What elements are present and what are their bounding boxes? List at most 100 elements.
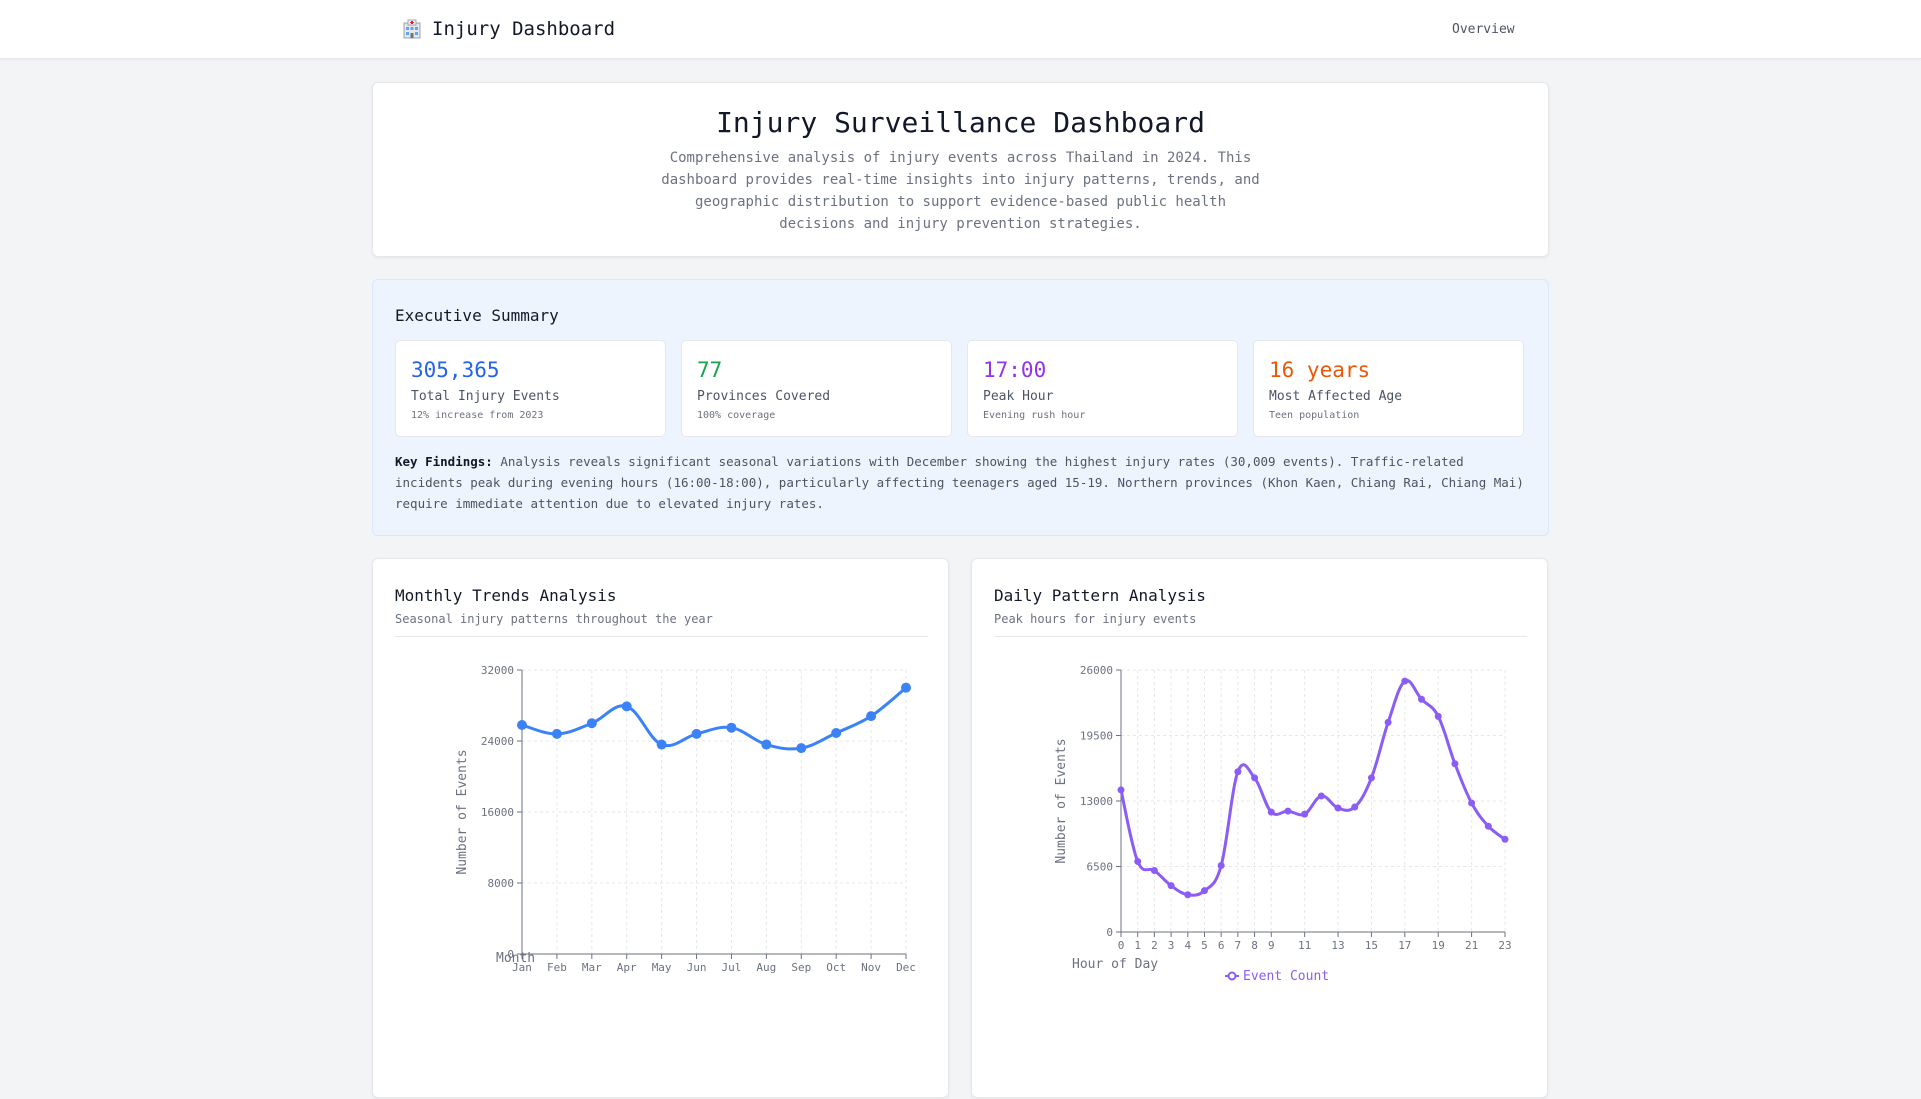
stat-card-total-events: 305,365 Total Injury Events 12% increase… — [395, 340, 666, 437]
key-findings-text: Analysis reveals significant seasonal va… — [395, 454, 1524, 511]
data-point — [866, 711, 877, 722]
x-tick-label: Aug — [756, 961, 776, 974]
data-point — [1484, 822, 1492, 830]
data-point — [726, 722, 737, 733]
key-findings-label: Key Findings: — [395, 454, 493, 469]
y-tick-label: 26000 — [1080, 664, 1113, 677]
data-point — [1267, 808, 1275, 816]
series-line — [1119, 678, 1506, 897]
x-tick-label: 2 — [1151, 939, 1158, 952]
stat-label: Peak Hour — [983, 389, 1054, 404]
x-tick-label: 1 — [1134, 939, 1141, 952]
x-tick-label: 11 — [1298, 939, 1311, 952]
stat-value: 77 — [697, 358, 723, 382]
x-tick-label: 23 — [1498, 939, 1511, 952]
stat-sublabel: 12% increase from 2023 — [411, 410, 544, 421]
data-point — [1117, 786, 1125, 794]
x-tick-label: Jun — [687, 961, 707, 974]
daily-pattern-chart[interactable]: 065001300019500260000 1 2 3 4 5 6 7 8 9 11 13 15 17 19… — [972, 559, 1549, 1099]
data-point — [656, 739, 667, 750]
x-axis-title: Hour of Day — [1072, 957, 1158, 972]
series-line — [521, 686, 907, 751]
x-tick-label: 4 — [1184, 939, 1191, 952]
top-navbar: Injury Dashboard Overview — [0, 0, 1921, 59]
page-title: Injury Surveillance Dashboard — [716, 106, 1205, 139]
x-tick-label: Oct — [826, 961, 846, 974]
y-tick-label: 16000 — [481, 806, 514, 819]
stat-card-provinces: 77 Provinces Covered 100% coverage — [681, 340, 952, 437]
data-point — [551, 728, 562, 739]
x-tick-label: 13 — [1331, 939, 1344, 952]
stat-label: Provinces Covered — [697, 389, 831, 404]
data-point — [1468, 799, 1476, 807]
data-point — [1217, 861, 1225, 869]
x-tick-label: Feb — [547, 961, 567, 974]
x-tick-label: 8 — [1251, 939, 1258, 952]
data-point — [1150, 867, 1158, 875]
y-tick-label: 8000 — [488, 877, 515, 890]
stat-card-peak-hour: 17:00 Peak Hour Evening rush hour — [967, 340, 1238, 437]
data-point — [1200, 887, 1208, 895]
x-tick-label: 17 — [1398, 939, 1411, 952]
data-point — [1351, 803, 1359, 811]
x-tick-label: 19 — [1432, 939, 1445, 952]
y-axis-title: Number of Events — [455, 749, 470, 874]
data-point — [1451, 760, 1459, 768]
data-point — [901, 682, 911, 693]
data-point — [1167, 882, 1175, 890]
data-point — [1434, 712, 1442, 720]
key-findings: Key Findings: Analysis reveals significa… — [395, 451, 1530, 514]
data-point — [1317, 792, 1325, 800]
y-tick-label: 32000 — [481, 664, 514, 677]
monthly-trends-chart[interactable]: 08000160002400032000Jan Feb Mar Apr May Jun Ju… — [373, 559, 950, 1099]
data-point — [1501, 835, 1509, 843]
x-tick-label: Jul — [722, 961, 742, 974]
x-tick-label: 7 — [1235, 939, 1242, 952]
data-point — [1234, 768, 1242, 776]
x-tick-label: 6 — [1218, 939, 1225, 952]
summary-title: Executive Summary — [395, 306, 559, 325]
x-tick-label: 21 — [1465, 939, 1478, 952]
stat-label: Total Injury Events — [411, 389, 560, 404]
y-axis-title: Number of Events — [1054, 738, 1069, 863]
brand-title: Injury Dashboard — [432, 18, 616, 40]
data-point — [1284, 807, 1292, 815]
brand[interactable]: Injury Dashboard — [402, 18, 615, 40]
x-tick-label: 3 — [1168, 939, 1175, 952]
data-point — [1301, 810, 1309, 818]
page-description: Comprehensive analysis of injury events … — [661, 150, 1260, 232]
hospital-icon — [403, 19, 421, 39]
stat-card-affected-age: 16 years Most Affected Age Teen populati… — [1253, 340, 1524, 437]
x-tick-label: 5 — [1201, 939, 1208, 952]
data-point — [691, 728, 702, 739]
daily-pattern-card: Daily Pattern Analysis Peak hours for in… — [971, 558, 1548, 1098]
x-tick-label: May — [652, 961, 672, 974]
stat-sublabel: Evening rush hour — [983, 410, 1086, 421]
y-tick-label: 6500 — [1087, 861, 1114, 874]
hero-card: Injury Surveillance Dashboard Comprehens… — [372, 82, 1549, 257]
stat-value: 305,365 — [411, 358, 500, 382]
stat-value: 17:00 — [983, 358, 1047, 382]
x-tick-label: 15 — [1365, 939, 1378, 952]
data-point — [796, 743, 807, 754]
x-tick-label: Nov — [861, 961, 881, 974]
stat-label: Most Affected Age — [1269, 389, 1403, 404]
data-point — [621, 701, 632, 712]
y-tick-label: 24000 — [481, 735, 514, 748]
y-tick-label: 19500 — [1080, 730, 1113, 743]
stat-sublabel: 100% coverage — [697, 410, 776, 421]
data-point — [517, 720, 527, 731]
data-point — [1367, 774, 1375, 782]
x-tick-label: 0 — [1118, 939, 1125, 952]
x-tick-label: Dec — [896, 961, 916, 974]
legend-label: Event Count — [1243, 969, 1329, 984]
x-tick-label: 9 — [1268, 939, 1275, 952]
y-tick-label: 0 — [1106, 926, 1113, 939]
data-point — [761, 739, 772, 750]
data-point — [1418, 695, 1426, 703]
data-point — [1184, 891, 1192, 899]
nav-overview-link[interactable]: Overview — [1452, 22, 1515, 37]
data-point — [1251, 774, 1259, 782]
stat-sublabel: Teen population — [1269, 410, 1360, 421]
executive-summary: Executive Summary 305,365 Total Injury E… — [372, 279, 1549, 536]
